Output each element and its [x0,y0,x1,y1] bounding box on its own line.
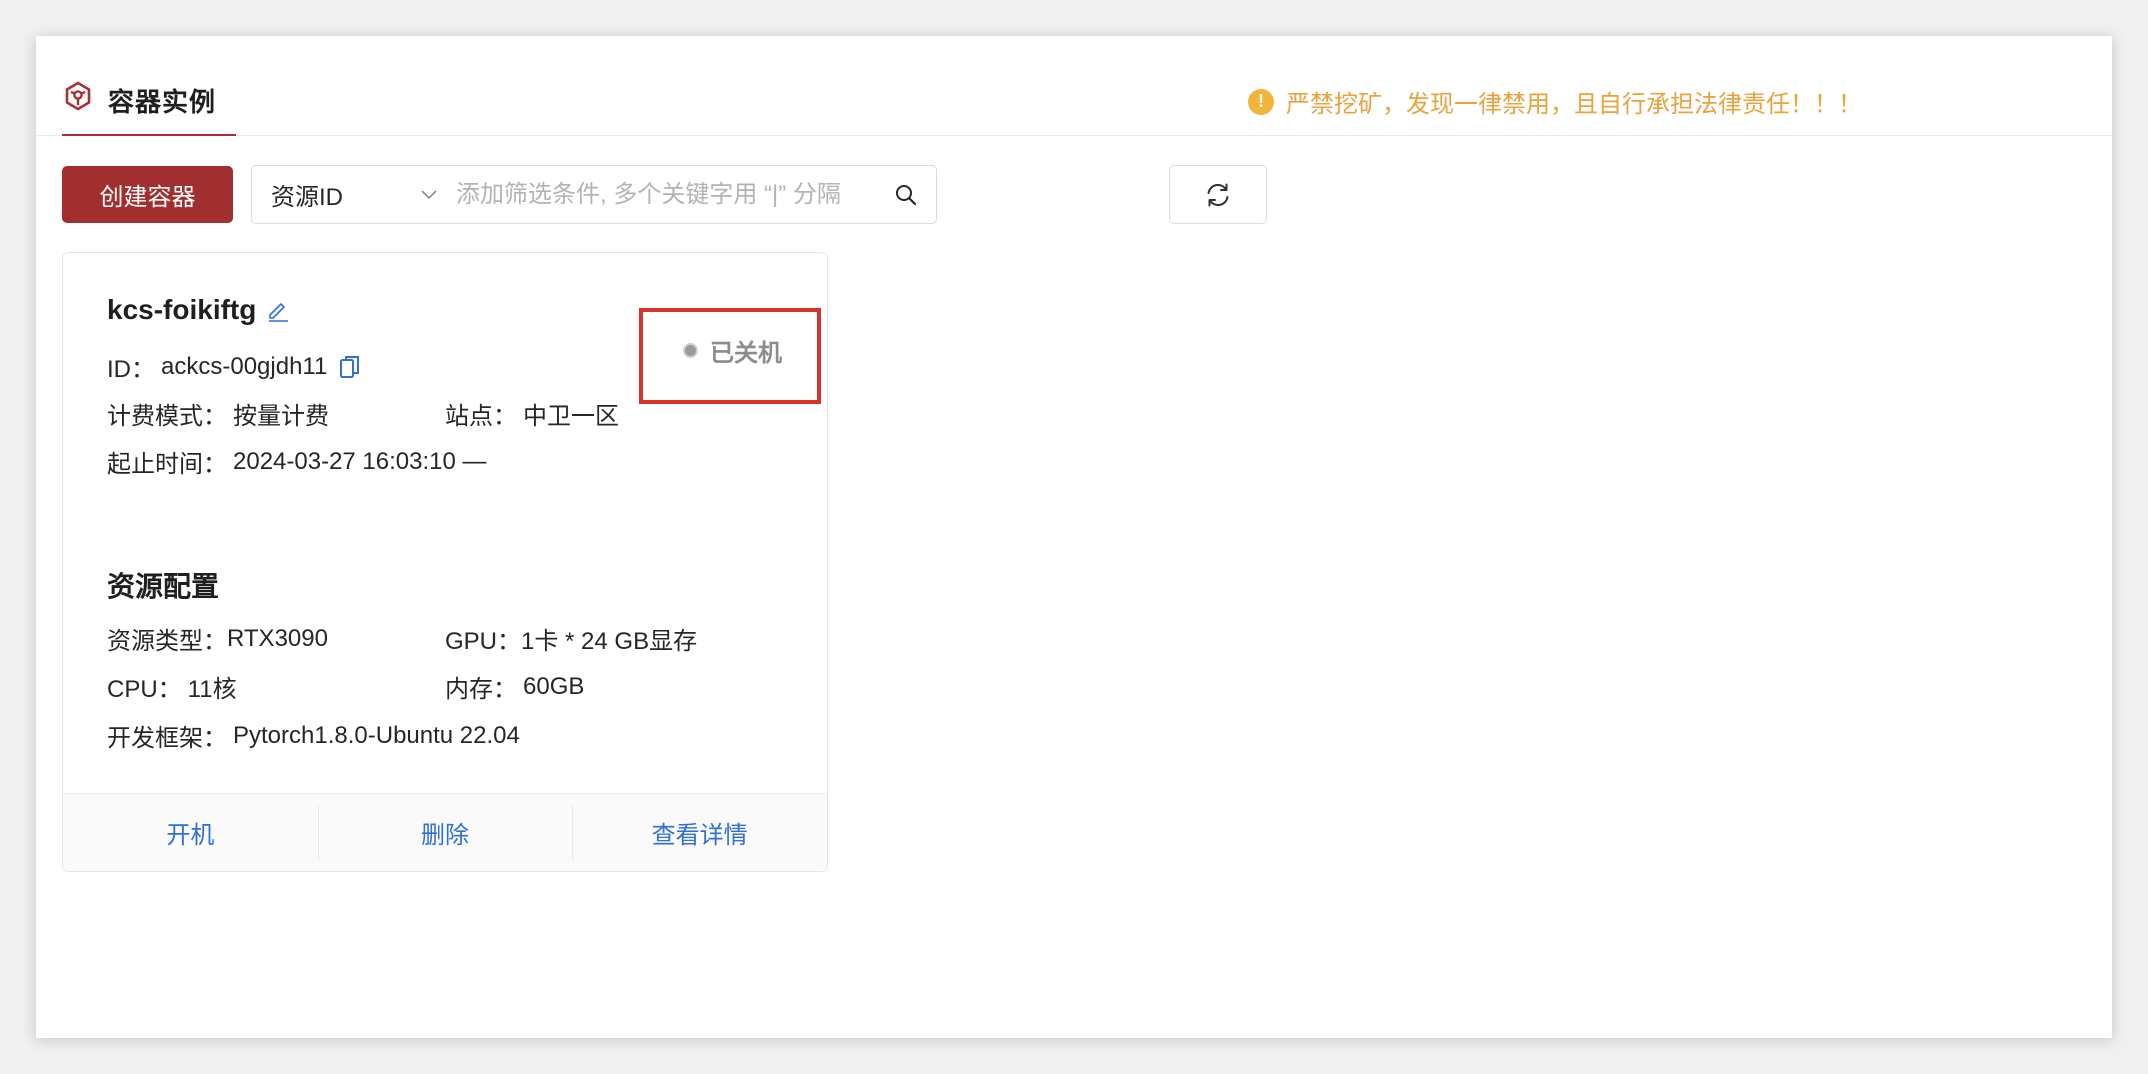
instance-card: kcs-foikiftg 已关机 ID： ackcs-00gjdh11 计费模式… [62,252,828,872]
page-title: 容器实例 [108,87,217,117]
framework-label: 开发框架： [107,725,227,752]
billing-label: 计费模式： [107,403,227,430]
gpu-row: GPU： 1卡 * 24 GB显存 [445,621,697,656]
resource-type-row: 资源类型： RTX3090 [107,621,328,656]
filter-field-select[interactable]: 资源ID [252,166,442,223]
gpu-value: 1卡 * 24 GB显存 [521,628,698,655]
cpu-value: 11核 [187,676,237,703]
site-label: 站点： [445,403,517,430]
refresh-icon [1207,183,1229,206]
status-text: 已关机 [710,340,782,367]
filter-field-value: 资源ID [271,184,343,211]
resource-type-label: 资源类型： [107,628,227,655]
chevron-down-icon [421,190,437,200]
billing-row: 计费模式： 按量计费 [107,396,329,431]
exclamation-icon: ! [1248,88,1274,115]
cpu-label: CPU： [107,676,182,703]
cpu-row: CPU： 11核 [107,669,237,704]
copy-icon[interactable] [339,354,361,380]
tab-container-instances[interactable]: 容器实例 [62,80,236,136]
framework-row: 开发框架： Pytorch1.8.0-Ubuntu 22.04 [107,718,520,753]
create-container-button[interactable]: 创建容器 [62,166,233,223]
time-row: 起止时间： 2024-03-27 16:03:10 — [107,444,487,479]
search-button[interactable] [876,166,936,223]
instance-name: kcs-foikiftg [107,294,257,325]
mining-warning: ! 严禁挖矿，发现一律禁用，且自行承担法律责任！！！ [1248,84,1862,119]
status-dot-icon [683,343,698,358]
id-row: ID： ackcs-00gjdh11 [107,349,361,384]
container-logo-icon [65,81,91,111]
resource-type-value: RTX3090 [227,624,328,652]
billing-value: 按量计费 [233,403,329,430]
resource-config-title: 资源配置 [107,571,220,602]
page-header: 容器实例 ! 严禁挖矿，发现一律禁用，且自行承担法律责任！！！ [36,36,2112,136]
refresh-button[interactable] [1169,165,1267,224]
search-input[interactable] [442,166,876,223]
gpu-label: GPU： [445,628,522,655]
framework-value: Pytorch1.8.0-Ubuntu 22.04 [233,721,520,749]
status-badge: 已关机 [683,333,782,368]
delete-button[interactable]: 删除 [317,794,573,871]
filter-search-bar: 资源ID [251,165,937,224]
edit-icon[interactable] [266,298,290,322]
memory-label: 内存： [445,676,517,703]
memory-row: 内存： 60GB [445,669,584,704]
id-label: ID： [107,356,155,383]
card-actions: 开机 删除 查看详情 [63,793,827,871]
view-details-button[interactable]: 查看详情 [572,794,827,871]
search-icon [896,184,917,205]
start-button[interactable]: 开机 [63,794,318,871]
time-value: 2024-03-27 16:03:10 — [233,447,487,475]
site-value: 中卫一区 [523,403,619,430]
site-row: 站点： 中卫一区 [445,396,619,431]
main-window: 容器实例 ! 严禁挖矿，发现一律禁用，且自行承担法律责任！！！ 创建容器 资源I… [36,36,2112,1038]
warning-text: 严禁挖矿，发现一律禁用，且自行承担法律责任！！！ [1286,91,1862,118]
id-value: ackcs-00gjdh11 [161,352,328,380]
instance-name-row: kcs-foikiftg [107,294,290,326]
time-label: 起止时间： [107,451,227,478]
memory-value: 60GB [523,672,585,700]
